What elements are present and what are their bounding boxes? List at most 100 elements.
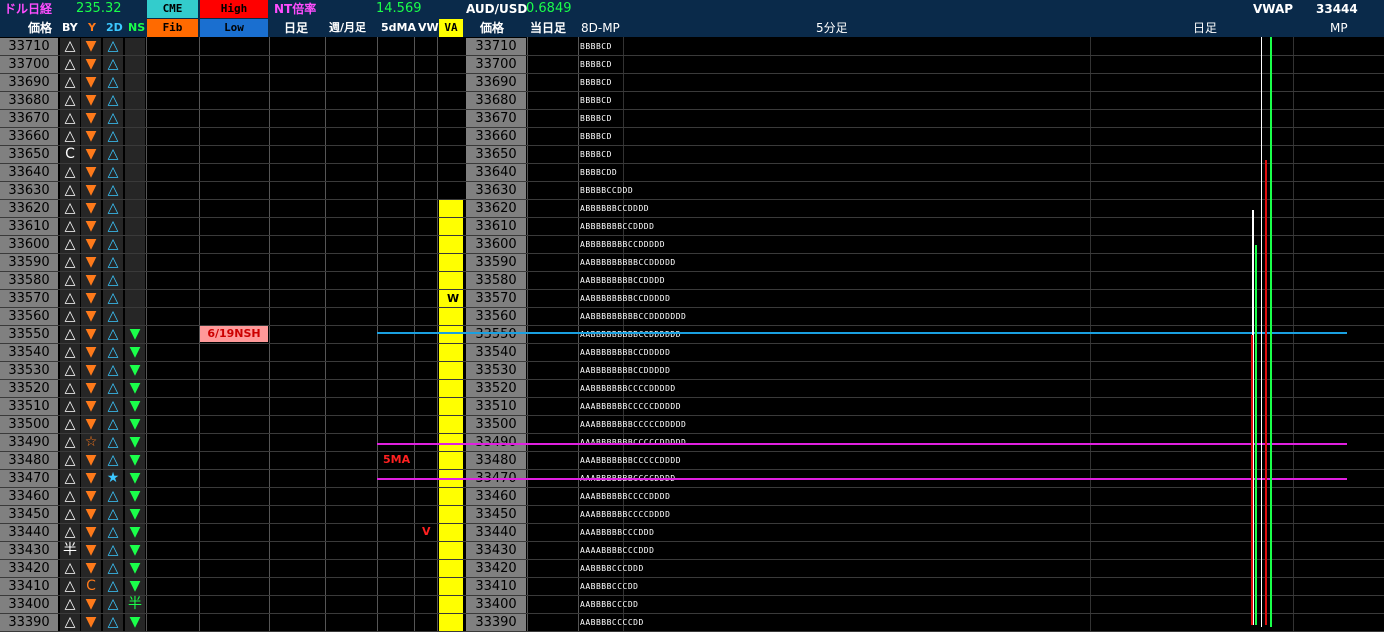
price-cell[interactable]: 33570: [0, 290, 58, 307]
price-cell-2[interactable]: 33580: [466, 272, 526, 289]
nsh-level-line: [377, 332, 1347, 334]
price-cell-2[interactable]: 33700: [466, 56, 526, 73]
twod-cell: △: [103, 326, 123, 343]
tpo-profile: BBBBCD: [580, 60, 612, 69]
daily-green-bar: [1255, 245, 1257, 625]
price-cell-2[interactable]: 33410: [466, 578, 526, 595]
price-cell[interactable]: 33660: [0, 128, 58, 145]
price-cell-2[interactable]: 33550: [466, 326, 526, 343]
twod-cell: △: [103, 398, 123, 415]
price-cell-2[interactable]: 33590: [466, 254, 526, 271]
y-cell: ▼: [81, 560, 101, 577]
price-cell-2[interactable]: 33710: [466, 38, 526, 55]
price-cell[interactable]: 33640: [0, 164, 58, 181]
price-cell[interactable]: 33610: [0, 218, 58, 235]
price-cell[interactable]: 33470: [0, 470, 58, 487]
price-cell-2[interactable]: 33570: [466, 290, 526, 307]
price-cell-2[interactable]: 33510: [466, 398, 526, 415]
price-cell[interactable]: 33580: [0, 272, 58, 289]
high-label[interactable]: High: [200, 0, 268, 18]
by-cell: △: [60, 254, 80, 271]
price-cell[interactable]: 33540: [0, 344, 58, 361]
price-cell[interactable]: 33710: [0, 38, 58, 55]
twod-cell: △: [103, 110, 123, 127]
price-cell[interactable]: 33590: [0, 254, 58, 271]
price-cell-2[interactable]: 33520: [466, 380, 526, 397]
price-cell[interactable]: 33450: [0, 506, 58, 523]
header-bar: ドル日経 235.32 CME High NT倍率 14.569 AUD/USD…: [0, 0, 1384, 37]
ns-cell: ▼: [125, 470, 145, 487]
price-cell-2[interactable]: 33660: [466, 128, 526, 145]
twod-cell: △: [103, 614, 123, 631]
by-cell: △: [60, 614, 80, 631]
price-cell[interactable]: 33680: [0, 92, 58, 109]
low-label[interactable]: Low: [200, 19, 268, 37]
price-cell-2[interactable]: 33680: [466, 92, 526, 109]
by-cell: 半: [60, 542, 80, 559]
price-cell[interactable]: 33530: [0, 362, 58, 379]
price-cell-2[interactable]: 33630: [466, 182, 526, 199]
price-cell-2[interactable]: 33390: [466, 614, 526, 631]
price-cell-2[interactable]: 33420: [466, 560, 526, 577]
price-cell[interactable]: 33700: [0, 56, 58, 73]
row-separator: [0, 343, 1384, 344]
price-cell[interactable]: 33600: [0, 236, 58, 253]
fib-label[interactable]: Fib: [147, 19, 198, 37]
price-cell-2[interactable]: 33460: [466, 488, 526, 505]
price-cell[interactable]: 33490: [0, 434, 58, 451]
price-cell[interactable]: 33550: [0, 326, 58, 343]
price-cell-2[interactable]: 33530: [466, 362, 526, 379]
y-cell: ▼: [81, 308, 101, 325]
price-cell-2[interactable]: 33670: [466, 110, 526, 127]
tpo-profile: AAABBBBBBCCCCDDDD: [580, 510, 671, 519]
cme-label[interactable]: CME: [147, 0, 198, 18]
tpo-profile: AAABBBBBCCCDDD: [580, 528, 655, 537]
price-cell-2[interactable]: 33400: [466, 596, 526, 613]
price-cell[interactable]: 33420: [0, 560, 58, 577]
row-separator: [0, 451, 1384, 452]
price-cell[interactable]: 33620: [0, 200, 58, 217]
price-cell[interactable]: 33410: [0, 578, 58, 595]
y-cell: ▼: [81, 614, 101, 631]
y-cell: ▼: [81, 362, 101, 379]
price-cell-2[interactable]: 33500: [466, 416, 526, 433]
price-cell-2[interactable]: 33610: [466, 218, 526, 235]
price-cell[interactable]: 33390: [0, 614, 58, 631]
price-cell-2[interactable]: 33540: [466, 344, 526, 361]
ns-cell: ▼: [125, 344, 145, 361]
row-separator: [0, 145, 1384, 146]
by-cell: △: [60, 398, 80, 415]
price-cell[interactable]: 33500: [0, 416, 58, 433]
price-cell-2[interactable]: 33560: [466, 308, 526, 325]
value-area-bar: [439, 200, 463, 632]
price-cell-2[interactable]: 33440: [466, 524, 526, 541]
ns-column-header: NS: [128, 21, 146, 34]
price-cell-2[interactable]: 33650: [466, 146, 526, 163]
price-cell[interactable]: 33480: [0, 452, 58, 469]
price-cell-2[interactable]: 33600: [466, 236, 526, 253]
price-cell-2[interactable]: 33620: [466, 200, 526, 217]
price-cell[interactable]: 33440: [0, 524, 58, 541]
price-cell[interactable]: 33510: [0, 398, 58, 415]
ns-cell: [125, 254, 145, 271]
price-cell[interactable]: 33690: [0, 74, 58, 91]
price-cell[interactable]: 33460: [0, 488, 58, 505]
daily-column-header-2: 日足: [1193, 21, 1218, 35]
price-cell-2[interactable]: 33450: [466, 506, 526, 523]
vw-marker: V: [422, 525, 431, 538]
price-cell[interactable]: 33650: [0, 146, 58, 163]
mp-column-header: MP: [1330, 21, 1348, 35]
price-cell[interactable]: 33400: [0, 596, 58, 613]
price-cell-2[interactable]: 33480: [466, 452, 526, 469]
price-cell[interactable]: 33430: [0, 542, 58, 559]
price-cell-2[interactable]: 33430: [466, 542, 526, 559]
by-cell: △: [60, 92, 80, 109]
price-cell-2[interactable]: 33690: [466, 74, 526, 91]
price-cell-2[interactable]: 33640: [466, 164, 526, 181]
price-cell[interactable]: 33630: [0, 182, 58, 199]
price-cell[interactable]: 33560: [0, 308, 58, 325]
row-separator: [0, 163, 1384, 164]
price-cell[interactable]: 33670: [0, 110, 58, 127]
5dma-column-header: 5dMA: [381, 21, 416, 34]
price-cell[interactable]: 33520: [0, 380, 58, 397]
